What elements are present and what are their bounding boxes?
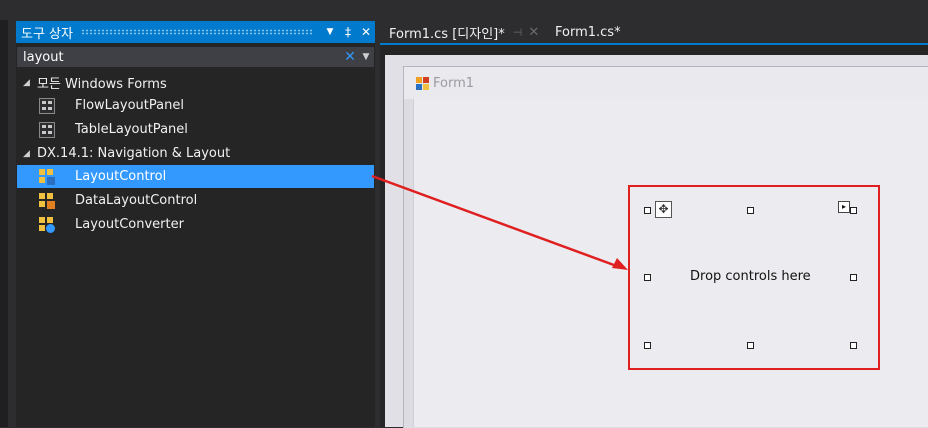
tool-item-label: DataLayoutControl [75,193,198,208]
tool-item-label: LayoutControl [75,169,167,184]
smart-tag-icon[interactable]: ▸ [838,201,850,213]
tool-item-label: FlowLayoutPanel [75,98,184,113]
tab-form-designer[interactable]: Form1.cs [디자인]* ⊣ ✕ [385,21,548,43]
resize-handle-bottom[interactable] [747,342,754,349]
close-tab-icon[interactable]: ✕ [528,25,539,40]
tool-item-layoutcontrol[interactable]: LayoutControl [17,165,374,188]
left-dock-edge [0,20,8,427]
tab-label: Form1.cs* [555,24,621,40]
search-options-dropdown-icon[interactable]: ▼ [358,52,374,62]
toolbox-panel: 도구 상자 ▼ ‡ ✕ ✕ ▼ ◢ 모든 Windows Forms FlowL… [16,21,375,427]
tool-item-label: LayoutConverter [75,217,184,232]
flow-layout-panel-icon [39,97,55,114]
layout-converter-icon [39,216,55,233]
layout-control-icon [39,168,55,185]
tool-item-flowlayoutpanel[interactable]: FlowLayoutPanel [17,94,374,117]
tab-form-code[interactable]: Form1.cs* [555,21,621,43]
toolbox-header[interactable]: 도구 상자 ▼ ‡ ✕ [16,21,375,43]
group-label: 모든 Windows Forms [37,77,167,92]
toolbox-title: 도구 상자 [21,26,73,42]
drag-grip[interactable] [80,29,313,35]
close-icon[interactable]: ✕ [357,25,375,39]
toolbox-search-box: ✕ ▼ [17,47,374,67]
form-titlebar[interactable]: Form1 [404,67,928,99]
tool-item-layoutconverter[interactable]: LayoutConverter [17,213,374,236]
form-title: Form1 [433,75,475,91]
collapse-arrow-icon[interactable]: ◢ [17,149,37,159]
group-label: DX.14.1: Navigation & Layout [37,146,231,161]
resize-handle-bottom-right[interactable] [850,342,857,349]
resize-handle-top[interactable] [747,207,754,214]
resize-handle-top-left[interactable] [644,207,651,214]
data-layout-control-icon [39,192,55,209]
window-top-strip [0,0,928,20]
resize-handle-bottom-left[interactable] [644,342,651,349]
tree-group-dx-navigation-layout[interactable]: ◢ DX.14.1: Navigation & Layout [17,142,374,165]
window-position-dropdown-icon[interactable]: ▼ [321,27,339,37]
move-glyph-icon[interactable]: ✥ [655,201,672,218]
tree-group-windows-forms[interactable]: ◢ 모든 Windows Forms [17,71,374,94]
collapse-arrow-icon[interactable]: ◢ [17,78,37,88]
form-icon [416,76,429,90]
pin-tab-icon[interactable]: ⊣ [513,26,523,39]
resize-handle-right[interactable] [850,274,857,281]
tool-item-datalayoutcontrol[interactable]: DataLayoutControl [17,189,374,212]
resize-handle-left[interactable] [644,274,651,281]
table-layout-panel-icon [39,121,55,138]
resize-handle-top-right[interactable] [850,207,857,214]
tool-item-label: TableLayoutPanel [75,122,188,137]
drop-controls-placeholder: Drop controls here [690,269,811,284]
search-input[interactable] [17,47,342,67]
pin-icon[interactable]: ‡ [339,25,357,39]
tool-item-tablelayoutpanel[interactable]: TableLayoutPanel [17,118,374,141]
clear-search-icon[interactable]: ✕ [342,49,358,65]
tab-label: Form1.cs [디자인]* [389,26,505,42]
